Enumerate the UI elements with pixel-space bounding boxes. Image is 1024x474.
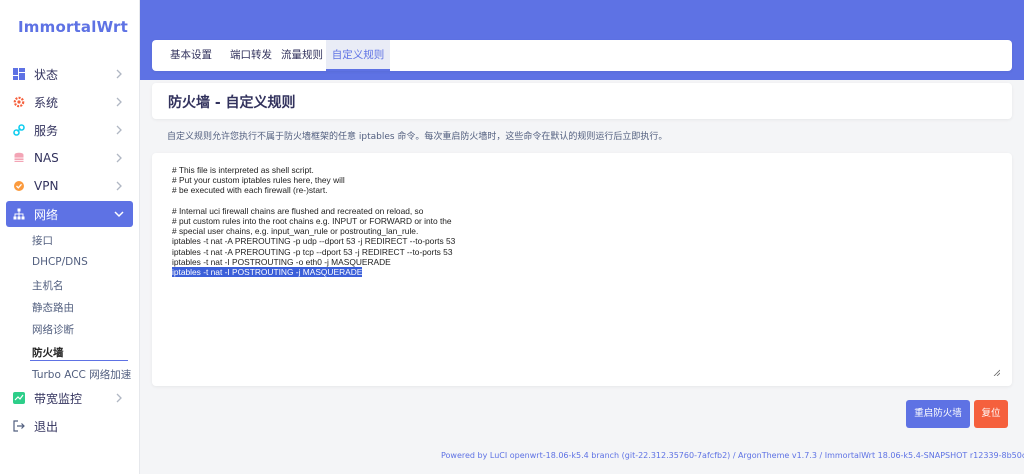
- gear-icon: [12, 95, 26, 109]
- sidebar-item-label: 状态: [34, 67, 59, 82]
- sidebar-subitem-dhcp-dns[interactable]: DHCP/DNS: [32, 256, 88, 268]
- sidebar-item-system[interactable]: 系统: [6, 89, 133, 115]
- code-line: # be executed with each firewall (re-)st…: [172, 185, 328, 196]
- reset-button[interactable]: 复位: [974, 400, 1008, 428]
- chevron-right-icon: [116, 181, 122, 191]
- code-line: iptables -t nat -A PREROUTING -p tcp --d…: [172, 246, 453, 257]
- shield-icon: [12, 179, 26, 193]
- chevron-right-icon: [116, 97, 122, 107]
- active-subitem-underline: [30, 360, 128, 361]
- tab-custom-rules[interactable]: 自定义规则: [326, 40, 390, 71]
- footer: Powered by LuCI openwrt-18.06-k5.4 branc…: [441, 451, 1024, 460]
- page-title: 防火墙 - 自定义规则: [168, 95, 296, 111]
- chevron-right-icon: [116, 125, 122, 135]
- tab-basic-settings[interactable]: 基本设置: [160, 40, 222, 71]
- code-line: # put custom rules into the root chains …: [172, 215, 452, 226]
- sidebar-subitem-turbo-acc[interactable]: Turbo ACC 网络加速: [32, 367, 131, 382]
- code-content[interactable]: # This file is interpreted as shell scri…: [172, 165, 455, 277]
- code-line: # special user chains, e.g. input_wan_ru…: [172, 226, 419, 237]
- sidebar-item-services[interactable]: 服务: [6, 117, 133, 143]
- sidebar-item-label: 系统: [34, 95, 59, 110]
- chevron-down-icon: [114, 211, 124, 218]
- sidebar-subitem-hostnames[interactable]: 主机名: [32, 278, 64, 293]
- sidebar-subitem-diagnostics[interactable]: 网络诊断: [32, 322, 74, 337]
- sidebar-item-label: 带宽监控: [34, 391, 83, 406]
- selected-text: iptables -t nat -I POSTROUTING -j MASQUE…: [172, 266, 363, 277]
- sidebar-item-label: VPN: [34, 179, 59, 193]
- footer-text[interactable]: Powered by LuCI openwrt-18.06-k5.4 branc…: [441, 451, 1024, 460]
- link-icon: [12, 123, 26, 137]
- chevron-right-icon: [116, 153, 122, 163]
- chevron-right-icon: [116, 69, 122, 79]
- resize-handle-icon[interactable]: [993, 369, 1000, 376]
- custom-rules-textarea[interactable]: # This file is interpreted as shell scri…: [152, 153, 1012, 386]
- sidebar-item-label: 退出: [34, 419, 59, 434]
- sidebar-subitem-static-routes[interactable]: 静态路由: [32, 300, 74, 315]
- dashboard-icon: [12, 67, 26, 81]
- page-title-card: 防火墙 - 自定义规则: [152, 83, 1012, 119]
- logout-icon: [12, 419, 26, 433]
- sidebar-item-logout[interactable]: 退出: [6, 413, 133, 439]
- sidebar: ImmortalWrt 状态 系统 服务 NAS VPN 网络 接口 DHCP/…: [0, 0, 140, 474]
- code-line-selected: iptables -t nat -I POSTROUTING -j MASQUE…: [172, 266, 455, 277]
- code-line: # Internal uci firewall chains are flush…: [172, 205, 424, 216]
- sidebar-item-label: 服务: [34, 123, 59, 138]
- network-icon: [12, 207, 26, 221]
- sidebar-item-label: NAS: [34, 151, 59, 165]
- database-icon: [12, 151, 26, 165]
- sidebar-item-label: 网络: [34, 207, 59, 222]
- sidebar-item-network[interactable]: 网络: [6, 201, 133, 227]
- restart-firewall-button[interactable]: 重启防火墙: [906, 400, 970, 428]
- chevron-right-icon: [116, 393, 122, 403]
- code-line: # This file is interpreted as shell scri…: [172, 165, 314, 175]
- tab-port-forwards[interactable]: 端口转发: [222, 40, 280, 71]
- code-line: # Put your custom iptables rules here, t…: [172, 175, 345, 186]
- code-line: iptables -t nat -A PREROUTING -p udp --d…: [172, 236, 456, 247]
- sidebar-item-status[interactable]: 状态: [6, 61, 133, 87]
- code-line: iptables -t nat -I POSTROUTING -o eth0 -…: [172, 256, 391, 267]
- tab-traffic-rules[interactable]: 流量规则: [280, 40, 324, 71]
- sidebar-item-bandwidth[interactable]: 带宽监控: [6, 385, 133, 411]
- sidebar-subitem-interfaces[interactable]: 接口: [32, 233, 53, 248]
- tab-bar: 基本设置 端口转发 流量规则 自定义规则: [152, 40, 1012, 71]
- logo: ImmortalWrt: [18, 18, 129, 36]
- chart-icon: [12, 391, 26, 405]
- sidebar-item-vpn[interactable]: VPN: [6, 173, 133, 199]
- sidebar-subitem-firewall[interactable]: 防火墙: [32, 345, 64, 360]
- sidebar-item-nas[interactable]: NAS: [6, 145, 133, 171]
- page-description: 自定义规则允许您执行不属于防火墙框架的任意 iptables 命令。每次重启防火…: [167, 132, 668, 142]
